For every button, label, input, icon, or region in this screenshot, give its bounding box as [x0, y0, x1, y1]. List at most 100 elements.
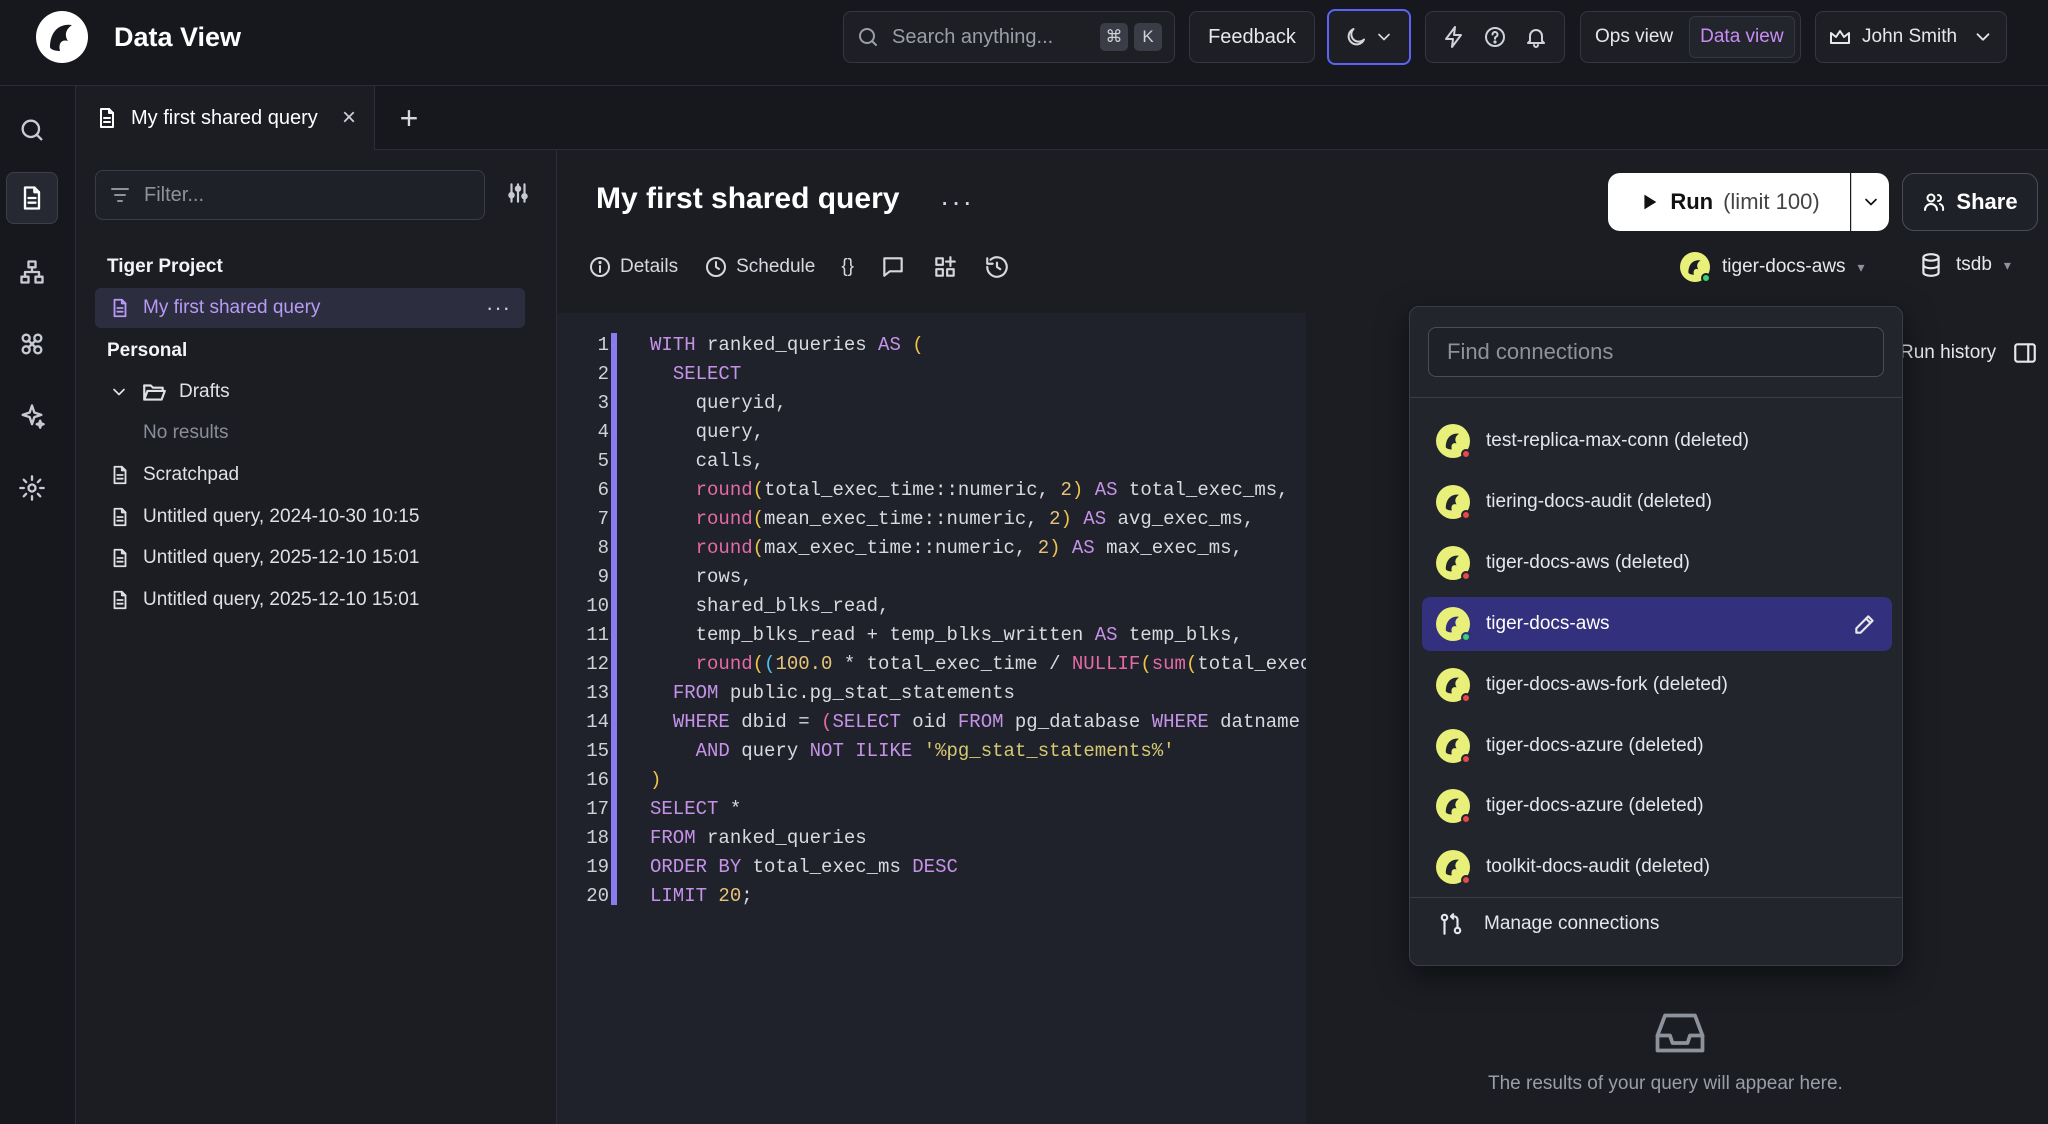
filter-input[interactable]	[144, 183, 464, 207]
sidebar-item-my-first-shared-query[interactable]: My first shared query ···	[95, 288, 525, 328]
rail-ai-button[interactable]	[6, 390, 58, 442]
ops-view-tab[interactable]: Ops view	[1585, 16, 1683, 58]
sidebar-item-label: Scratchpad	[143, 464, 240, 485]
search-placeholder: Search anything...	[892, 25, 1054, 48]
sidebar-folder-drafts[interactable]: Drafts	[95, 372, 525, 412]
connection-item[interactable]: tiger-docs-aws (deleted)	[1422, 536, 1892, 590]
history-icon[interactable]	[984, 254, 1010, 280]
find-connections-input[interactable]	[1428, 327, 1884, 377]
connection-label: tiger-docs-aws-fork (deleted)	[1486, 674, 1728, 695]
sidebar-item-scratchpad[interactable]: Scratchpad	[95, 455, 525, 495]
database-selector[interactable]: tsdb ▾	[1918, 252, 2011, 278]
database-icon	[1922, 253, 1940, 277]
header-icon-group	[1425, 11, 1565, 63]
document-icon	[113, 507, 127, 527]
connection-name: tiger-docs-aws	[1722, 256, 1846, 277]
code-line: FROM ranked_queries	[650, 827, 867, 849]
rail-schema-button[interactable]	[6, 246, 58, 298]
document-icon	[100, 108, 114, 128]
status-dot	[1461, 449, 1471, 459]
details-button[interactable]: Details	[588, 255, 678, 279]
code-line: FROM public.pg_stat_statements	[672, 682, 1015, 704]
sidebar-item-label: My first shared query	[143, 297, 321, 318]
share-button[interactable]: Share	[1902, 173, 2038, 231]
query-title[interactable]: My first shared query	[596, 182, 899, 216]
rail-integrations-button[interactable]	[6, 318, 58, 370]
pencil-icon[interactable]	[1852, 611, 1878, 637]
help-icon[interactable]	[1483, 25, 1507, 49]
status-dot	[1461, 510, 1471, 520]
add-chart-icon[interactable]	[932, 254, 958, 280]
sidebar-item-untitled-query[interactable]: Untitled query, 2025-12-10 15:01	[95, 580, 525, 620]
feedback-button[interactable]: Feedback	[1189, 11, 1315, 63]
status-dot	[1461, 754, 1471, 764]
run-label: Run	[1670, 189, 1714, 214]
run-options-button[interactable]	[1851, 173, 1889, 231]
folder-open-icon	[143, 384, 166, 401]
run-history-button[interactable]: Run history	[1900, 340, 2038, 366]
query-toolbar: Details Schedule {}	[588, 250, 1010, 284]
hierarchy-icon	[20, 260, 44, 284]
connection-label: test-replica-max-conn (deleted)	[1486, 430, 1749, 451]
left-nav-rail	[0, 86, 76, 1124]
theme-toggle-button[interactable]	[1327, 9, 1411, 65]
manage-connections-label: Manage connections	[1484, 913, 1660, 934]
connection-selector[interactable]: tiger-docs-aws ▾	[1680, 252, 1865, 283]
divider	[1410, 397, 1902, 398]
folder-empty-text: No results	[143, 422, 229, 443]
folder-label: Drafts	[179, 381, 230, 402]
integration-icon	[21, 333, 43, 355]
tiger-logo-icon[interactable]	[36, 11, 88, 63]
database-name: tsdb	[1956, 254, 1992, 275]
sidebar-item-untitled-query[interactable]: Untitled query, 2025-12-10 15:01	[95, 538, 525, 578]
more-options-icon[interactable]: ···	[486, 295, 511, 321]
run-history-label: Run history	[1900, 342, 1997, 363]
sidebar-item-untitled-query[interactable]: Untitled query, 2024-10-30 10:15	[95, 497, 525, 537]
connection-item[interactable]: tiger-docs-aws-fork (deleted)	[1422, 658, 1892, 712]
connection-item[interactable]: tiger-docs-azure (deleted)	[1422, 719, 1892, 773]
run-button[interactable]: Run (limit 100)	[1608, 173, 1850, 231]
rail-search-button[interactable]	[6, 104, 58, 156]
code-line: calls,	[650, 450, 765, 472]
schedule-button[interactable]: Schedule	[704, 255, 815, 279]
lightning-icon[interactable]	[1442, 25, 1466, 49]
global-search-input[interactable]: Search anything... ⌘ K	[843, 11, 1175, 63]
status-dot	[1461, 571, 1471, 581]
filter-box	[95, 170, 485, 220]
rail-settings-button[interactable]	[6, 462, 58, 514]
code-line: ORDER BY total_exec_ms DESC	[650, 856, 958, 878]
connection-item-selected[interactable]: tiger-docs-aws	[1422, 597, 1892, 651]
app-title: Data View	[114, 22, 242, 52]
view-switch: Ops view Data view	[1580, 11, 1801, 63]
data-view-tab[interactable]: Data view	[1689, 16, 1795, 58]
status-dot	[1461, 632, 1471, 642]
user-menu-button[interactable]: John Smith	[1815, 11, 2007, 63]
code-line: WHERE dbid = (SELECT oid FROM pg_databas…	[672, 711, 1300, 733]
section-personal: Personal	[107, 340, 188, 361]
connection-item[interactable]: tiger-docs-azure (deleted)	[1422, 779, 1892, 833]
tab-my-first-shared-query[interactable]: My first shared query ×	[77, 86, 375, 150]
sparkles-icon	[21, 404, 45, 429]
connection-avatar	[1436, 607, 1471, 642]
bell-icon[interactable]	[1524, 25, 1548, 49]
comment-icon[interactable]	[880, 254, 906, 280]
connection-avatar	[1436, 789, 1471, 824]
schedule-label: Schedule	[736, 256, 816, 277]
crown-icon	[1830, 30, 1850, 44]
sidebar-item-label: Untitled query, 2025-12-10 15:01	[143, 589, 420, 610]
connection-item[interactable]: test-replica-max-conn (deleted)	[1422, 414, 1892, 468]
connection-label: tiger-docs-aws	[1486, 613, 1610, 634]
rail-queries-button[interactable]	[6, 172, 58, 224]
sliders-icon[interactable]	[505, 180, 531, 206]
run-limit: (limit 100)	[1723, 189, 1820, 214]
manage-connections-button[interactable]: Manage connections	[1438, 911, 1659, 937]
chevron-down-icon: ▾	[1857, 258, 1865, 275]
format-json-button[interactable]: {}	[841, 256, 854, 278]
connection-item[interactable]: toolkit-docs-audit (deleted)	[1422, 840, 1892, 894]
sql-editor[interactable]: 1 WITH ranked_queries AS ( 2 SELECT 3 que…	[557, 313, 1306, 1124]
add-tab-button[interactable]: +	[391, 100, 427, 136]
query-more-icon[interactable]: ···	[940, 186, 974, 218]
connection-item[interactable]: tiering-docs-audit (deleted)	[1422, 475, 1892, 529]
query-tab-strip: My first shared query × +	[77, 86, 2048, 150]
close-icon[interactable]: ×	[342, 104, 356, 132]
